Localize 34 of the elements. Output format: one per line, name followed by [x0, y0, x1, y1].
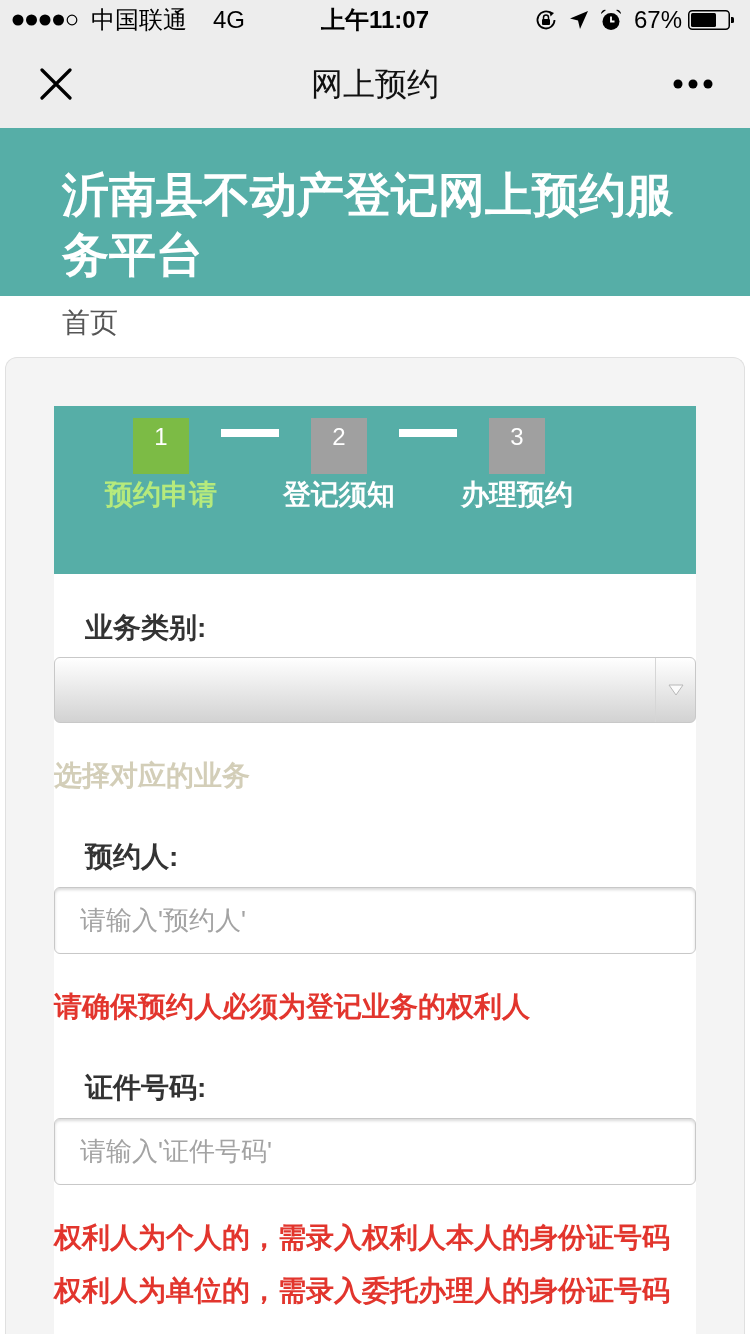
more-icon: [673, 79, 713, 89]
text-input[interactable]: 请输入'预约人': [54, 887, 696, 954]
step-connector: [221, 429, 279, 437]
hint-text: 选择对应的业务: [54, 759, 250, 793]
field-label: 业务类别:: [84, 611, 207, 645]
warning-text: 请确保预约人必须为登记业务的权利人: [54, 990, 530, 1024]
breadcrumb-link[interactable]: 首页: [62, 308, 118, 338]
step-label: 办理预约: [461, 478, 573, 512]
page-title: 网上预约: [311, 65, 439, 104]
more-button[interactable]: [673, 79, 713, 89]
step-label: 登记须知: [283, 478, 395, 512]
close-button[interactable]: [40, 68, 72, 100]
platform-title: 沂南县不动产登记网上预约服务平台: [62, 167, 674, 283]
step-label: 预约申请: [105, 478, 217, 512]
dropdown-arrow-icon: [667, 684, 684, 696]
location-arrow-icon: [569, 11, 588, 29]
warning-text: 权利人为个人的，需录入权利人本人的身份证号码: [54, 1221, 670, 1255]
status-time: 上午11:07: [320, 6, 430, 34]
step-number: 1: [133, 418, 189, 474]
network-type: 4G: [213, 6, 245, 34]
text-input[interactable]: 请输入'证件号码': [54, 1118, 696, 1185]
alarm-clock-icon: [599, 9, 622, 31]
step-connector: [399, 429, 457, 437]
close-icon: [40, 68, 72, 100]
step-number: 3: [489, 418, 545, 474]
step-number: 2: [311, 418, 367, 474]
field-label: 预约人:: [83, 840, 179, 874]
warning-text: 权利人为单位的，需录入委托办理人的身份证号码: [54, 1274, 670, 1308]
battery-percentage: 67%: [633, 6, 682, 34]
battery-icon: [688, 10, 734, 30]
field-label: 证件号码:: [83, 1071, 207, 1105]
select-field[interactable]: [54, 657, 696, 723]
signal-strength-icon: [12, 14, 79, 26]
carrier-name: 中国联通: [91, 6, 187, 34]
